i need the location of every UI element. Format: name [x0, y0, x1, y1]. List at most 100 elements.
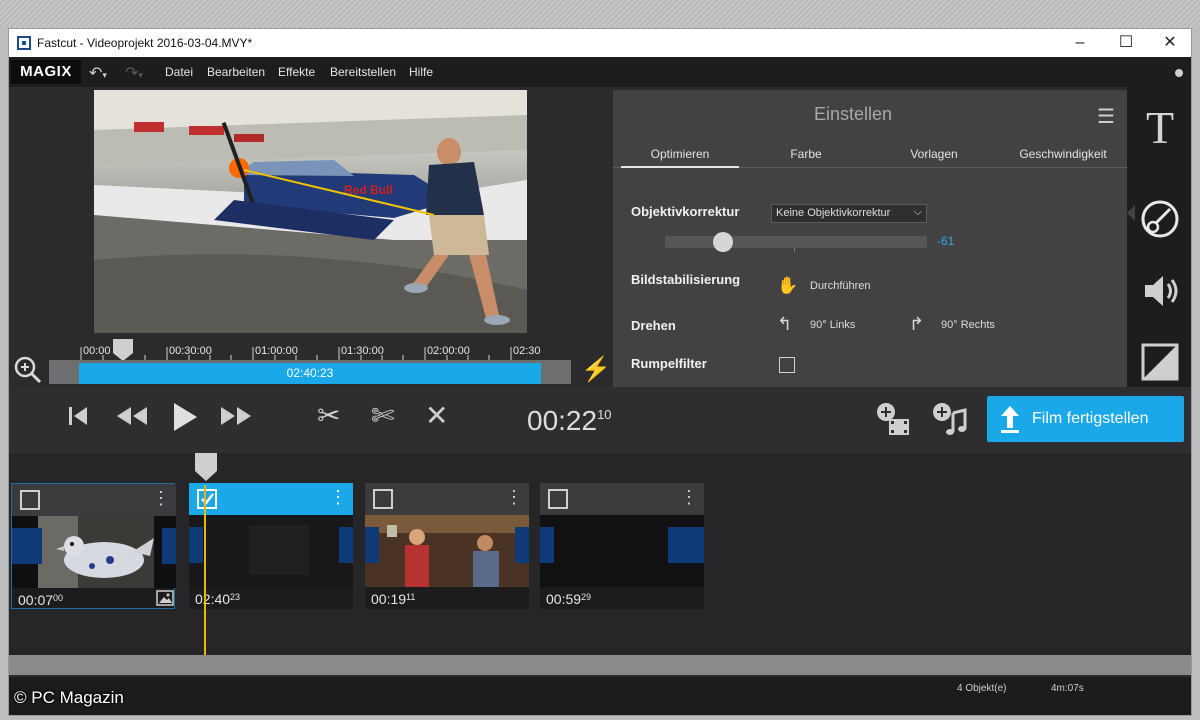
- clip-card[interactable]: ⋮ 00:0700: [11, 483, 176, 611]
- transport-bar: ✂ ✄ ✕ 00:2210 Film fertigstellen: [9, 387, 1191, 453]
- clip-header: ⋮: [12, 484, 176, 516]
- tab-farbe[interactable]: Farbe: [747, 147, 865, 161]
- rotate-left-button[interactable]: 90° Links: [810, 319, 855, 331]
- clip-header: ⋮: [540, 483, 704, 515]
- ruler-tick-label: 02:00:00: [427, 345, 470, 357]
- tool-rail: T: [1127, 87, 1191, 387]
- time-main: 00:22: [527, 405, 598, 436]
- settings-title: Einstellen: [813, 104, 893, 124]
- undo-icon[interactable]: ↶▾: [89, 63, 107, 83]
- transition-tool-icon[interactable]: [1141, 343, 1179, 386]
- tab-geschwindigkeit[interactable]: Geschwindigkeit: [999, 147, 1127, 161]
- video-preview[interactable]: Red Bull: [94, 90, 527, 333]
- menu-bearbeiten[interactable]: Bearbeiten: [207, 65, 265, 79]
- ruler-tick-label: 00:00: [83, 345, 111, 357]
- menu-bar: MAGIX ↶▾ ↷▾ Datei Bearbeiten Effekte Ber…: [9, 57, 1191, 87]
- text-tool-icon[interactable]: T: [1127, 101, 1191, 154]
- clip-thumbnail: [540, 515, 704, 587]
- hamburger-menu-icon[interactable]: ☰: [1097, 104, 1115, 129]
- close-button[interactable]: ✕: [1149, 29, 1191, 57]
- storyboard: ⋮ 00:0700 ⋮ 02:4023 ⋮ 00:1911 ⋮ 00:5929: [9, 453, 1191, 659]
- preview-playhead-handle[interactable]: [113, 339, 133, 361]
- storyboard-playhead-handle[interactable]: [195, 453, 217, 481]
- clip-duration: 00:0700: [18, 592, 64, 608]
- window-title: Fastcut - Videoprojekt 2016-03-04.MVY*: [37, 36, 253, 50]
- clip-checkbox[interactable]: [20, 490, 40, 510]
- clip-card[interactable]: ⋮ 00:5929: [540, 483, 704, 609]
- preview-image: Red Bull: [94, 90, 527, 333]
- settings-panel: Einstellen ☰ Optimieren Farbe Vorlagen G…: [613, 90, 1127, 387]
- clip-checkbox-checked[interactable]: [197, 489, 217, 509]
- clip-duration: 00:1911: [371, 591, 416, 607]
- horizontal-scrollbar[interactable]: [9, 655, 1191, 675]
- clip-thumbnail: [365, 515, 529, 587]
- rotate-left-icon[interactable]: ↰: [777, 314, 792, 335]
- more-options-icon[interactable]: ⋮: [329, 487, 347, 508]
- minimize-button[interactable]: –: [1059, 29, 1101, 57]
- lens-slider-value: -61: [937, 234, 955, 248]
- menu-hilfe[interactable]: Hilfe: [409, 65, 433, 79]
- rumble-filter-label: Rumpelfilter: [631, 356, 707, 371]
- ruler-tick-label: 01:30:00: [341, 345, 384, 357]
- lens-slider-track[interactable]: [665, 236, 927, 248]
- upload-arrow-icon: [999, 396, 1021, 461]
- lens-correction-select[interactable]: Keine Objektivkorrektur ⌵: [771, 204, 927, 223]
- image-icon: [156, 590, 174, 611]
- preview-range-bar[interactable]: 02:40:23: [79, 363, 541, 384]
- rotate-right-button[interactable]: 90° Rechts: [941, 319, 995, 331]
- hand-icon[interactable]: ✋: [777, 276, 798, 296]
- clip-card[interactable]: ⋮ 00:1911: [365, 483, 529, 609]
- stabilize-button[interactable]: Durchführen: [810, 280, 871, 292]
- delete-icon[interactable]: ✕: [425, 399, 448, 432]
- active-tool-marker: [1127, 205, 1135, 221]
- ruler-tick-label: 00:30:00: [169, 345, 212, 357]
- time-ruler[interactable]: [79, 343, 541, 361]
- menu-bereitstellen[interactable]: Bereitstellen: [330, 65, 396, 79]
- skip-to-start-icon[interactable]: [67, 403, 91, 436]
- object-count: 4 Objekt(e): [957, 683, 1007, 694]
- split-delete-icon[interactable]: ✂: [317, 399, 340, 432]
- clip-header: ⋮: [189, 483, 353, 515]
- more-options-icon[interactable]: ⋮: [152, 488, 170, 509]
- total-duration: 4m:07s: [1051, 683, 1084, 694]
- fast-forward-icon[interactable]: [219, 403, 253, 436]
- play-icon[interactable]: [171, 401, 199, 440]
- ruler-tick-label: 02:30: [513, 345, 541, 357]
- zoom-icon[interactable]: [13, 355, 43, 385]
- maximize-button[interactable]: ☐: [1105, 29, 1147, 57]
- rewind-icon[interactable]: [115, 403, 149, 436]
- cut-icon[interactable]: ✄: [371, 399, 394, 432]
- tab-vorlagen[interactable]: Vorlagen: [875, 147, 993, 161]
- audio-tool-icon[interactable]: [1141, 271, 1181, 316]
- chevron-down-icon: ⌵: [913, 206, 922, 218]
- more-options-icon[interactable]: ⋮: [505, 487, 523, 508]
- settings-tool-icon[interactable]: [1140, 199, 1180, 244]
- rotate-label: Drehen: [631, 318, 676, 333]
- finish-movie-button[interactable]: Film fertigstellen: [987, 396, 1184, 442]
- lightning-icon[interactable]: ⚡: [581, 355, 611, 384]
- menu-effekte[interactable]: Effekte: [278, 65, 315, 79]
- rumble-filter-checkbox[interactable]: [779, 357, 795, 373]
- add-video-icon[interactable]: [875, 401, 911, 442]
- add-music-icon[interactable]: [931, 401, 967, 442]
- clip-checkbox[interactable]: [373, 489, 393, 509]
- lens-slider-knob[interactable]: [712, 232, 733, 252]
- active-tab-indicator: [621, 166, 739, 168]
- app-window: Fastcut - Videoprojekt 2016-03-04.MVY* –…: [8, 28, 1192, 716]
- menu-datei[interactable]: Datei: [165, 65, 193, 79]
- clip-checkbox[interactable]: [548, 489, 568, 509]
- app-icon: [17, 36, 31, 50]
- more-options-icon[interactable]: ⋮: [680, 487, 698, 508]
- finish-movie-label: Film fertigstellen: [1032, 410, 1149, 427]
- watermark: © PC Magazin: [14, 688, 124, 707]
- rotate-right-icon[interactable]: ↱: [909, 314, 924, 335]
- redo-icon[interactable]: ↷▾: [125, 63, 143, 83]
- tab-optimieren[interactable]: Optimieren: [621, 147, 739, 161]
- clip-duration: 02:4023: [195, 591, 241, 607]
- stabilize-label: Bildstabilisierung: [631, 272, 741, 287]
- magix-logo: MAGIX: [11, 60, 81, 84]
- time-display: 00:2210: [527, 405, 612, 437]
- lens-correction-value: Keine Objektivkorrektur: [776, 207, 891, 219]
- clip-duration: 00:5929: [546, 591, 592, 607]
- clip-card-selected[interactable]: ⋮ 02:4023: [189, 483, 353, 609]
